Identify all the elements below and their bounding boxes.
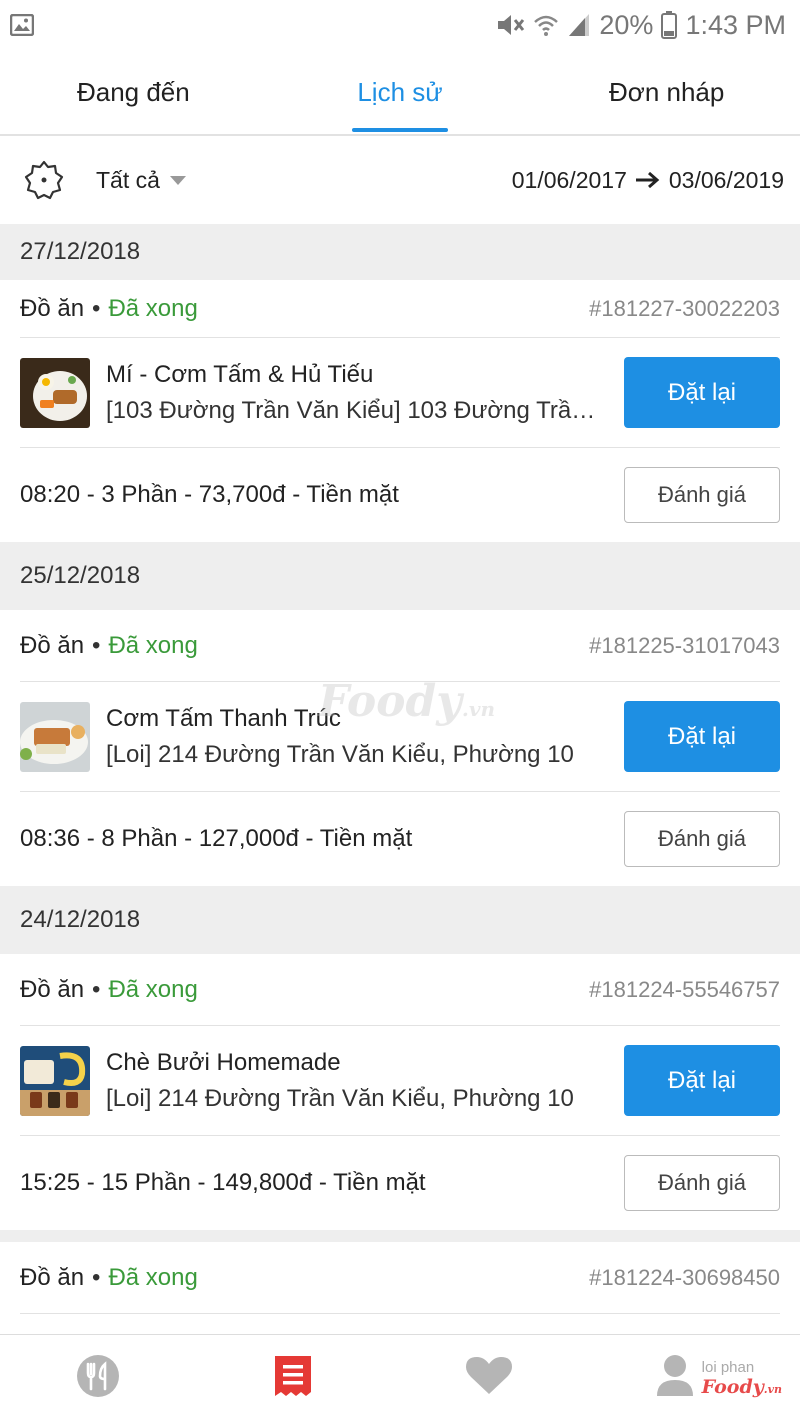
shop-address: [Loi] 214 Đường Trần Văn Kiểu, Phường 10 (106, 740, 574, 768)
order-header: Đồ ăn • Đã xong #181224-55546757 (20, 954, 780, 1026)
order-card: Đồ ăn • Đã xong #181225-31017043 Cơm Tấm… (0, 610, 800, 886)
tab-history[interactable]: Lịch sử (267, 50, 534, 134)
reorder-button[interactable]: Đặt lại (624, 1045, 780, 1116)
shop-info: Mí - Cơm Tấm & Hủ Tiếu [103 Đường Trần V… (106, 361, 606, 425)
battery-icon (661, 11, 678, 39)
filter-settings-icon[interactable] (22, 158, 66, 202)
order-status: Đã xong (108, 294, 198, 322)
wifi-icon (533, 12, 559, 38)
order-category: Đồ ăn (20, 975, 85, 1003)
bottom-nav: loi phan Foody.vn (0, 1334, 800, 1422)
orders-icon (273, 1354, 313, 1403)
order-header: Đồ ăn • Đã xong #181224-30698450 (20, 1242, 780, 1314)
order-summary: 08:20 - 3 Phần - 73,700đ - Tiền mặt (20, 481, 399, 508)
order-id: #181224-30698450 (589, 1264, 780, 1290)
order-shop-row[interactable]: Cơm Tấm Thanh Trúc [Loi] 214 Đường Trần … (20, 682, 780, 792)
user-name: loi phan (701, 1359, 755, 1376)
rate-button[interactable]: Đánh giá (624, 811, 780, 867)
signal-icon (567, 12, 591, 38)
order-id: #181224-55546757 (589, 976, 780, 1002)
order-category: Đồ ăn (20, 631, 85, 659)
shop-thumbnail (20, 701, 90, 772)
date-to: 03/06/2019 (668, 166, 784, 193)
date-from: 01/06/2017 (511, 166, 627, 193)
order-card: Đồ ăn • Đã xong #181227-30022203 Mí - Cơ… (0, 280, 800, 542)
order-summary: 08:36 - 8 Phần - 127,000đ - Tiền mặt (20, 825, 413, 852)
shop-name: Mí - Cơm Tấm & Hủ Tiếu (106, 360, 374, 388)
brand-suffix: .vn (763, 1383, 782, 1396)
profile-icon (656, 1354, 694, 1403)
battery-percent: 20% (599, 9, 654, 40)
nav-favorites[interactable] (391, 1335, 587, 1422)
order-category: Đồ ăn (20, 294, 85, 322)
order-status: Đã xong (108, 631, 198, 659)
shop-info: Chè Bưởi Homemade [Loi] 214 Đường Trần V… (106, 1049, 606, 1113)
category-selected: Tất cả (96, 166, 160, 193)
category-dropdown[interactable]: Tất cả (96, 167, 186, 194)
order-shop-row[interactable]: Mí - Cơm Tấm & Hủ Tiếu [103 Đường Trần V… (20, 338, 780, 448)
order-header: Đồ ăn • Đã xong #181227-30022203 (20, 280, 780, 338)
order-status: Đã xong (108, 975, 198, 1003)
order-summary: 15:25 - 15 Phần - 149,800đ - Tiền mặt (20, 1169, 426, 1196)
separator-dot: • (92, 975, 101, 1003)
rate-button[interactable]: Đánh giá (624, 1155, 780, 1211)
status-bar: 20% 1:43 PM (0, 0, 800, 50)
tab-bar: Đang đến Lịch sử Đơn nháp (0, 50, 800, 136)
order-card: Đồ ăn • Đã xong #181224-30698450 (0, 1242, 800, 1314)
date-range-picker[interactable]: 01/06/2017 03/06/2019 (512, 167, 784, 194)
order-card: Đồ ăn • Đã xong #181224-55546757 Chè Bưở… (0, 954, 800, 1230)
separator-dot: • (92, 631, 101, 659)
order-id: #181227-30022203 (589, 295, 780, 321)
order-footer: 15:25 - 15 Phần - 149,800đ - Tiền mặt Đá… (20, 1136, 780, 1230)
order-header: Đồ ăn • Đã xong #181225-31017043 (20, 610, 780, 682)
reorder-button[interactable]: Đặt lại (624, 701, 780, 772)
arrow-right-icon (635, 170, 661, 190)
profile-brand: loi phan Foody.vn (702, 1360, 782, 1397)
separator-dot: • (92, 1263, 101, 1291)
foody-logo: Foody.vn (702, 1378, 782, 1397)
restaurant-icon (76, 1354, 120, 1403)
shop-thumbnail (20, 357, 90, 428)
date-header: 27/12/2018 (0, 224, 800, 280)
nav-orders[interactable] (196, 1335, 392, 1422)
rate-button[interactable]: Đánh giá (624, 467, 780, 523)
chevron-down-icon (169, 175, 186, 185)
order-footer: 08:36 - 8 Phần - 127,000đ - Tiền mặt Đán… (20, 792, 780, 886)
nav-profile[interactable]: loi phan Foody.vn (587, 1335, 800, 1422)
favorites-icon (465, 1356, 512, 1401)
reorder-button[interactable]: Đặt lại (624, 357, 780, 428)
nav-restaurants[interactable] (0, 1335, 196, 1422)
separator-dot: • (92, 294, 101, 322)
date-header: 25/12/2018 (0, 542, 800, 610)
shop-info: Cơm Tấm Thanh Trúc [Loi] 214 Đường Trần … (106, 705, 606, 769)
brand-text: Foody (701, 1376, 764, 1398)
shop-thumbnail (20, 1045, 90, 1116)
tab-incoming[interactable]: Đang đến (0, 50, 267, 134)
date-header: 24/12/2018 (0, 886, 800, 954)
shop-name: Cơm Tấm Thanh Trúc (106, 704, 341, 732)
gallery-icon (10, 14, 34, 36)
order-shop-row[interactable]: Chè Bưởi Homemade [Loi] 214 Đường Trần V… (20, 1026, 780, 1136)
filter-bar: Tất cả 01/06/2017 03/06/2019 (0, 136, 800, 224)
order-category: Đồ ăn (20, 1263, 85, 1291)
section-separator (0, 1230, 800, 1242)
order-id: #181225-31017043 (589, 632, 780, 658)
shop-name: Chè Bưởi Homemade (106, 1048, 341, 1076)
clock: 1:43 PM (685, 9, 786, 40)
mute-icon (495, 12, 525, 38)
tab-drafts[interactable]: Đơn nháp (533, 50, 800, 134)
order-footer: 08:20 - 3 Phần - 73,700đ - Tiền mặt Đánh… (20, 448, 780, 542)
shop-address: [Loi] 214 Đường Trần Văn Kiểu, Phường 10 (106, 1084, 574, 1112)
order-status: Đã xong (108, 1263, 198, 1291)
shop-address: [103 Đường Trần Văn Kiểu] 103 Đường Trần… (106, 396, 606, 424)
